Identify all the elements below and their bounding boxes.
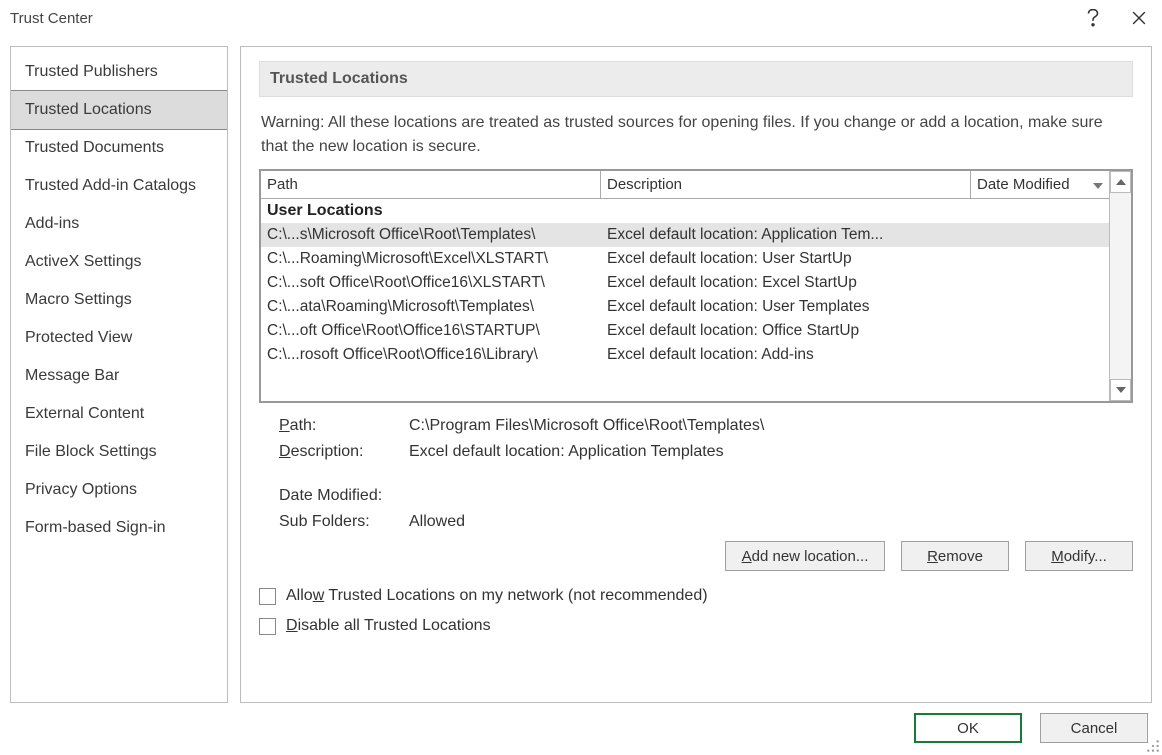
sidebar-item-trusted-addin-catalogs[interactable]: Trusted Add-in Catalogs (11, 167, 227, 205)
table-header: Path Description Date Modified (261, 171, 1109, 199)
cell-path: C:\...s\Microsoft Office\Root\Templates\ (261, 225, 601, 245)
sidebar-item-external-content[interactable]: External Content (11, 395, 227, 433)
main-panel: Trusted Locations Warning: All these loc… (240, 46, 1152, 703)
table-row[interactable]: C:\...ata\Roaming\Microsoft\Templates\ E… (261, 295, 1109, 319)
allow-network-locations-label: Allow Trusted Locations on my network (n… (286, 587, 708, 605)
warning-text: Warning: All these locations are treated… (259, 111, 1133, 159)
sidebar-item-protected-view[interactable]: Protected View (11, 319, 227, 357)
cancel-button[interactable]: Cancel (1040, 713, 1148, 743)
disable-trusted-locations-checkbox[interactable] (259, 618, 276, 635)
close-button[interactable] (1116, 0, 1162, 36)
cell-date (971, 321, 1109, 341)
cell-date (971, 273, 1109, 293)
vertical-scrollbar[interactable] (1109, 171, 1131, 401)
sidebar: Trusted Publishers Trusted Locations Tru… (10, 46, 228, 703)
detail-label-date-modified: Date Modified: (279, 487, 409, 505)
column-header-path[interactable]: Path (261, 171, 601, 199)
trust-center-dialog: Trust Center Trusted Publishers Trusted … (0, 0, 1162, 755)
table-body-wrap: Path Description Date Modified User Loca… (261, 171, 1109, 401)
table-row[interactable]: C:\...soft Office\Root\Office16\XLSTART\… (261, 271, 1109, 295)
sidebar-item-add-ins[interactable]: Add-ins (11, 205, 227, 243)
column-header-description[interactable]: Description (601, 171, 971, 199)
scrollbar-track[interactable] (1110, 193, 1131, 379)
cell-path: C:\...ata\Roaming\Microsoft\Templates\ (261, 297, 601, 317)
cell-description: Excel default location: User StartUp (601, 249, 971, 269)
disable-trusted-locations-label: Disable all Trusted Locations (286, 617, 491, 635)
sidebar-item-file-block-settings[interactable]: File Block Settings (11, 433, 227, 471)
sidebar-item-trusted-locations[interactable]: Trusted Locations (10, 90, 228, 130)
allow-network-locations-checkbox[interactable] (259, 588, 276, 605)
table-row[interactable]: C:\...Roaming\Microsoft\Excel\XLSTART\ E… (261, 247, 1109, 271)
action-buttons: Add new location... Remove Modify... (259, 535, 1133, 581)
window-title: Trust Center (10, 10, 1070, 27)
modify-button[interactable]: Modify... (1025, 541, 1133, 571)
detail-label-description: Description: (279, 443, 409, 461)
sidebar-item-trusted-publishers[interactable]: Trusted Publishers (11, 53, 227, 91)
table-row[interactable]: C:\...rosoft Office\Root\Office16\Librar… (261, 343, 1109, 367)
cell-description: Excel default location: User Templates (601, 297, 971, 317)
cell-description: Excel default location: Excel StartUp (601, 273, 971, 293)
cell-path: C:\...oft Office\Root\Office16\STARTUP\ (261, 321, 601, 341)
titlebar: Trust Center (0, 0, 1162, 36)
table-row[interactable]: C:\...s\Microsoft Office\Root\Templates\… (261, 223, 1109, 247)
group-header-user-locations: User Locations (261, 199, 1109, 223)
disable-trusted-locations-row: Disable all Trusted Locations (259, 611, 1133, 641)
allow-network-locations-row: Allow Trusted Locations on my network (n… (259, 581, 1133, 611)
chevron-up-icon (1116, 179, 1126, 185)
detail-value-path: C:\Program Files\Microsoft Office\Root\T… (409, 417, 764, 435)
resize-grip-icon[interactable] (1146, 739, 1160, 753)
sidebar-item-form-based-sign-in[interactable]: Form-based Sign-in (11, 509, 227, 547)
cell-date (971, 345, 1109, 365)
chevron-down-icon (1116, 387, 1126, 393)
selection-details: Path: C:\Program Files\Microsoft Office\… (259, 403, 1133, 535)
sidebar-item-activex-settings[interactable]: ActiveX Settings (11, 243, 227, 281)
cell-description: Excel default location: Add-ins (601, 345, 971, 365)
cell-date (971, 225, 1109, 245)
detail-value-sub-folders: Allowed (409, 513, 465, 531)
cell-path: C:\...rosoft Office\Root\Office16\Librar… (261, 345, 601, 365)
detail-label-path: Path: (279, 417, 409, 435)
cell-date (971, 249, 1109, 269)
sidebar-item-macro-settings[interactable]: Macro Settings (11, 281, 227, 319)
add-new-location-button[interactable]: Add new location... (725, 541, 885, 571)
cell-description: Excel default location: Application Tem.… (601, 225, 971, 245)
help-button[interactable] (1070, 0, 1116, 36)
sidebar-item-privacy-options[interactable]: Privacy Options (11, 471, 227, 509)
column-header-date-modified[interactable]: Date Modified (971, 171, 1109, 199)
section-header: Trusted Locations (259, 61, 1133, 97)
sidebar-item-trusted-documents[interactable]: Trusted Documents (11, 129, 227, 167)
detail-label-sub-folders: Sub Folders: (279, 513, 409, 531)
cell-description: Excel default location: Office StartUp (601, 321, 971, 341)
table-row[interactable]: C:\...oft Office\Root\Office16\STARTUP\ … (261, 319, 1109, 343)
sidebar-item-message-bar[interactable]: Message Bar (11, 357, 227, 395)
dialog-footer: OK Cancel (0, 703, 1162, 755)
detail-value-description: Excel default location: Application Temp… (409, 443, 724, 461)
ok-button[interactable]: OK (914, 713, 1022, 743)
cell-path: C:\...soft Office\Root\Office16\XLSTART\ (261, 273, 601, 293)
cell-date (971, 297, 1109, 317)
sort-indicator-icon (1093, 176, 1103, 193)
locations-table: Path Description Date Modified User Loca… (259, 169, 1133, 403)
scroll-up-button[interactable] (1110, 171, 1131, 193)
cell-path: C:\...Roaming\Microsoft\Excel\XLSTART\ (261, 249, 601, 269)
scroll-down-button[interactable] (1110, 379, 1131, 401)
dialog-content: Trusted Publishers Trusted Locations Tru… (0, 36, 1162, 703)
remove-button[interactable]: Remove (901, 541, 1009, 571)
